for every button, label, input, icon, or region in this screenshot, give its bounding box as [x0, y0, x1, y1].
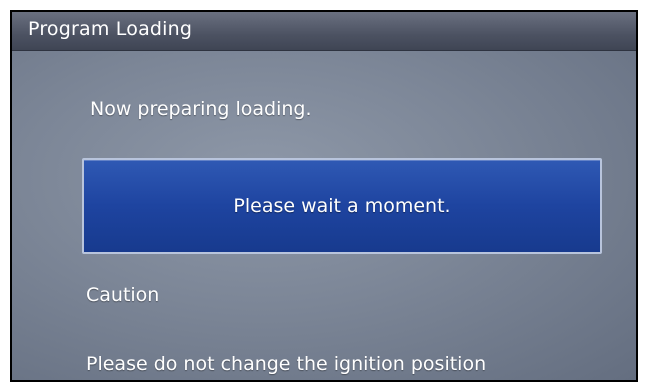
display-frame: Program Loading Now preparing loading. P…: [10, 10, 638, 382]
loading-screen: Program Loading Now preparing loading. P…: [12, 12, 636, 380]
title-bar: Program Loading: [12, 12, 636, 51]
caution-heading: Caution: [86, 284, 160, 306]
wait-message: Please wait a moment.: [233, 195, 451, 217]
status-message: Now preparing loading.: [90, 98, 312, 120]
caution-message: Please do not change the ignition positi…: [86, 353, 487, 375]
wait-message-box: Please wait a moment.: [82, 158, 602, 254]
window-title: Program Loading: [28, 18, 193, 40]
